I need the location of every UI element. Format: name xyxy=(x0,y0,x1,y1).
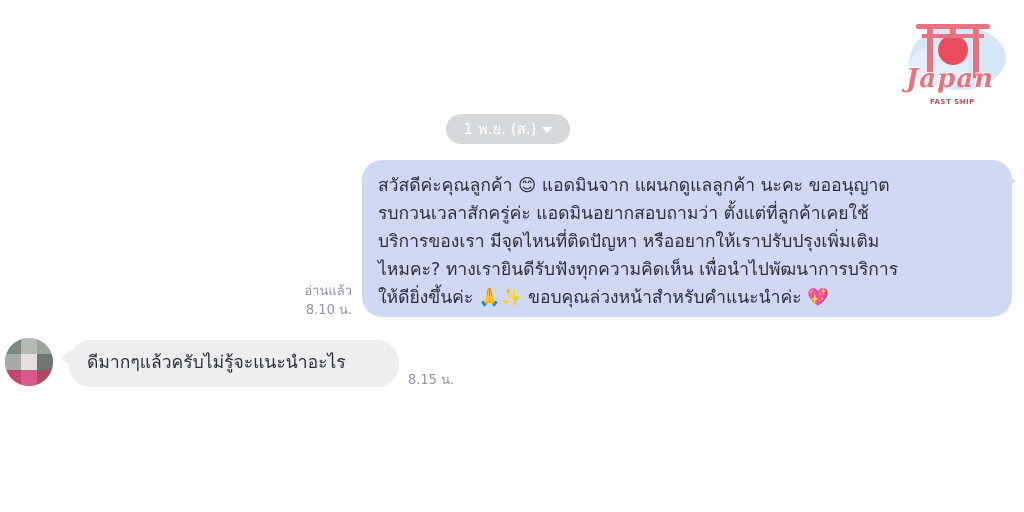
incoming-message-time: 8.15 น. xyxy=(408,373,455,388)
message-line: รบกวนเวลาสักครู่ค่ะ แอดมินอยากสอบถามว่า … xyxy=(378,204,869,224)
incoming-message-text: ดีมากๆแล้วครับไม่รู้จะแนะนำอะไร xyxy=(87,353,346,373)
read-status: อ่านแล้ว xyxy=(304,284,352,299)
torii-gate-logo-icon xyxy=(908,24,1006,90)
message-line: ไหมคะ? ทางเรายินดีรับฟังทุกความคิดเห็น เ… xyxy=(378,260,899,280)
outgoing-message-bubble[interactable]: สวัสดีค่ะคุณลูกค้า 😊 แอดมินจาก แผนกดูแลล… xyxy=(362,160,1012,317)
date-separator[interactable]: 1 พ.ย. (ส.) xyxy=(446,114,570,144)
avatar[interactable] xyxy=(5,338,53,386)
incoming-message-bubble[interactable]: ดีมากๆแล้วครับไม่รู้จะแนะนำอะไร xyxy=(69,340,399,387)
blurred-avatar-icon xyxy=(5,338,53,386)
chat-screen: Japan FAST SHIP 1 พ.ย. (ส.) อ่านแล้ว 8.1… xyxy=(0,0,1024,512)
chevron-down-icon xyxy=(542,127,553,133)
message-line: บริการของเรา มีจุดไหนที่ติดปัญหา หรืออยา… xyxy=(378,232,880,252)
logo-tagline: FAST SHIP xyxy=(930,98,975,106)
outgoing-message-time: 8.10 น. xyxy=(305,303,352,318)
japan-fast-ship-logo: Japan FAST SHIP xyxy=(900,10,1010,110)
outgoing-message-meta: อ่านแล้ว 8.10 น. xyxy=(304,282,352,320)
message-line: สวัสดีค่ะคุณลูกค้า 😊 แอดมินจาก แผนกดูแลล… xyxy=(378,176,890,196)
outgoing-bubble-tail xyxy=(1004,172,1016,190)
logo-wordmark: Japan xyxy=(906,64,995,94)
date-label: 1 พ.ย. (ส.) xyxy=(463,120,537,138)
message-line: ให้ดียิ่งขึ้นค่ะ 🙏✨ ขอบคุณล่วงหน้าสำหรับ… xyxy=(378,288,829,308)
